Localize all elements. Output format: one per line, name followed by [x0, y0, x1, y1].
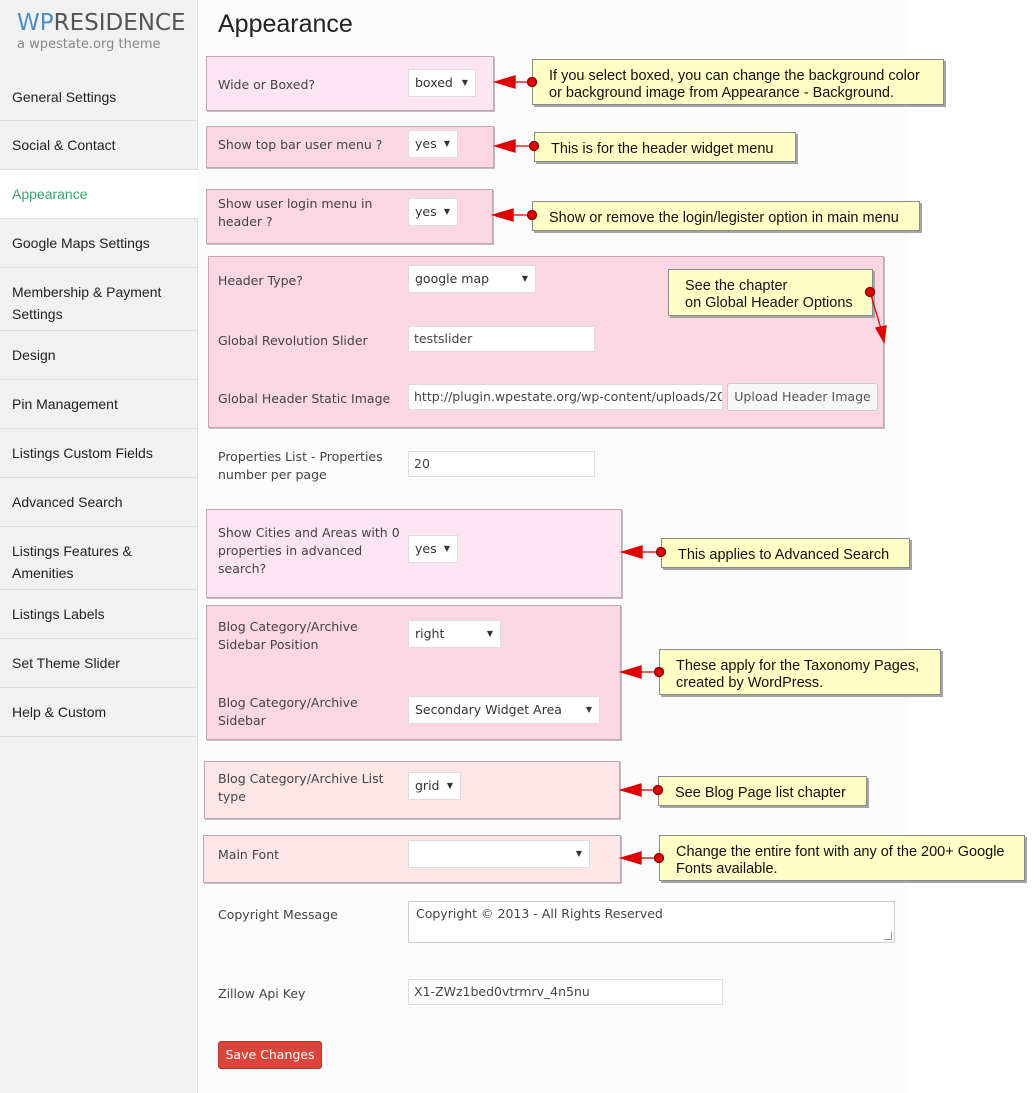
main-font-select[interactable]: ▼: [408, 840, 590, 868]
chevron-down-icon: ▼: [575, 849, 582, 858]
show-cities-areas-select[interactable]: yes ▼: [408, 535, 458, 563]
properties-per-page-input[interactable]: 20: [408, 451, 595, 477]
user-login-menu-select[interactable]: yes ▼: [408, 198, 458, 226]
zillow-api-key-label: Zillow Api Key: [218, 986, 306, 1001]
blog-sidebar-position-label: Blog Category/Archive Sidebar Position: [218, 619, 358, 652]
top-bar-user-menu-label: Show top bar user menu ?: [218, 137, 383, 152]
callout-taxonomy: These apply for the Taxonomy Pages, creat…: [659, 649, 941, 695]
main-font-label: Main Font: [218, 847, 280, 862]
sidebar-item-set-theme-slider[interactable]: Set Theme Slider: [0, 639, 197, 688]
right-margin: [908, 0, 1034, 1093]
sidebar-item-design[interactable]: Design: [0, 331, 197, 380]
sidebar-item-listings-features[interactable]: Listings Features & Amenities: [0, 527, 197, 590]
blog-sidebar-position-select[interactable]: right ▼: [408, 620, 501, 648]
resize-grip-icon[interactable]: [884, 932, 892, 940]
top-bar-user-menu-select[interactable]: yes ▼: [408, 130, 458, 158]
chevron-down-icon: ▼: [443, 139, 450, 148]
sidebar-item-pin-management[interactable]: Pin Management: [0, 380, 197, 429]
chevron-down-icon: ▼: [461, 78, 468, 87]
callout-blog-list: See Blog Page list chapter: [658, 776, 867, 806]
sidebar-item-listings-custom-fields[interactable]: Listings Custom Fields: [0, 429, 197, 478]
blog-sidebar-select[interactable]: Secondary Widget Area ▼: [408, 696, 600, 724]
properties-per-page-label: Properties List - Properties number per p…: [218, 449, 383, 482]
sidebar: WPRESIDENCE a wpestate.org theme General…: [0, 0, 198, 1093]
upload-header-image-button[interactable]: Upload Header Image: [727, 383, 878, 411]
chevron-down-icon: ▼: [443, 207, 450, 216]
global-revolution-slider-input[interactable]: testslider: [408, 326, 595, 352]
save-changes-button[interactable]: Save Changes: [218, 1041, 322, 1069]
callout-boxed: If you select boxed, you can change the …: [532, 59, 944, 105]
sidebar-item-listings-labels[interactable]: Listings Labels: [0, 590, 197, 639]
user-login-menu-label: Show user login menu in header ?: [218, 196, 373, 229]
chevron-down-icon: ▼: [486, 629, 493, 638]
callout-font: Change the entire font with any of the 2…: [659, 835, 1025, 881]
global-header-image-label: Global Header Static Image: [218, 391, 391, 406]
sidebar-item-help-custom[interactable]: Help & Custom: [0, 688, 197, 737]
chevron-down-icon: ▼: [521, 274, 528, 283]
blog-list-type-label: Blog Category/Archive List type: [218, 771, 384, 804]
callout-header: See the chapter on Global Header Options: [668, 269, 873, 316]
wide-boxed-label: Wide or Boxed?: [218, 77, 316, 92]
sidebar-item-social-contact[interactable]: Social & Contact: [0, 121, 197, 170]
copyright-textarea[interactable]: Copyright © 2013 - All Rights Reserved: [408, 901, 895, 943]
global-header-image-input[interactable]: http://plugin.wpestate.org/wp-content/up…: [408, 384, 723, 410]
chevron-down-icon: ▼: [446, 781, 453, 790]
logo-brand: WPRESIDENCE: [17, 10, 186, 36]
header-type-label: Header Type?: [218, 273, 303, 288]
global-revolution-slider-label: Global Revolution Slider: [218, 333, 368, 348]
sidebar-item-general-settings[interactable]: General Settings: [0, 72, 197, 121]
blog-list-type-select[interactable]: grid ▼: [408, 772, 461, 800]
chevron-down-icon: ▼: [585, 705, 592, 714]
zillow-api-key-input[interactable]: X1-ZWz1bed0vtrmrv_4n5nu: [408, 979, 723, 1005]
callout-login: Show or remove the login/legister option…: [532, 201, 920, 231]
show-cities-areas-label: Show Cities and Areas with 0 properties i…: [218, 525, 400, 576]
sidebar-item-google-maps-settings[interactable]: Google Maps Settings: [0, 219, 197, 268]
logo: WPRESIDENCE a wpestate.org theme: [0, 0, 197, 72]
logo-tagline: a wpestate.org theme: [17, 37, 161, 52]
callout-top-bar: This is for the header widget menu: [534, 132, 796, 162]
sidebar-item-appearance[interactable]: Appearance: [0, 170, 198, 219]
copyright-label: Copyright Message: [218, 907, 338, 922]
callout-advanced-search: This applies to Advanced Search: [661, 538, 910, 568]
header-type-select[interactable]: google map ▼: [408, 265, 536, 293]
wide-boxed-select[interactable]: boxed ▼: [408, 69, 476, 97]
blog-sidebar-label: Blog Category/Archive Sidebar: [218, 695, 358, 728]
sidebar-item-advanced-search[interactable]: Advanced Search: [0, 478, 197, 527]
sidebar-item-membership-payment[interactable]: Membership & Payment Settings: [0, 268, 197, 331]
chevron-down-icon: ▼: [443, 544, 450, 553]
page-title: Appearance: [218, 10, 353, 38]
